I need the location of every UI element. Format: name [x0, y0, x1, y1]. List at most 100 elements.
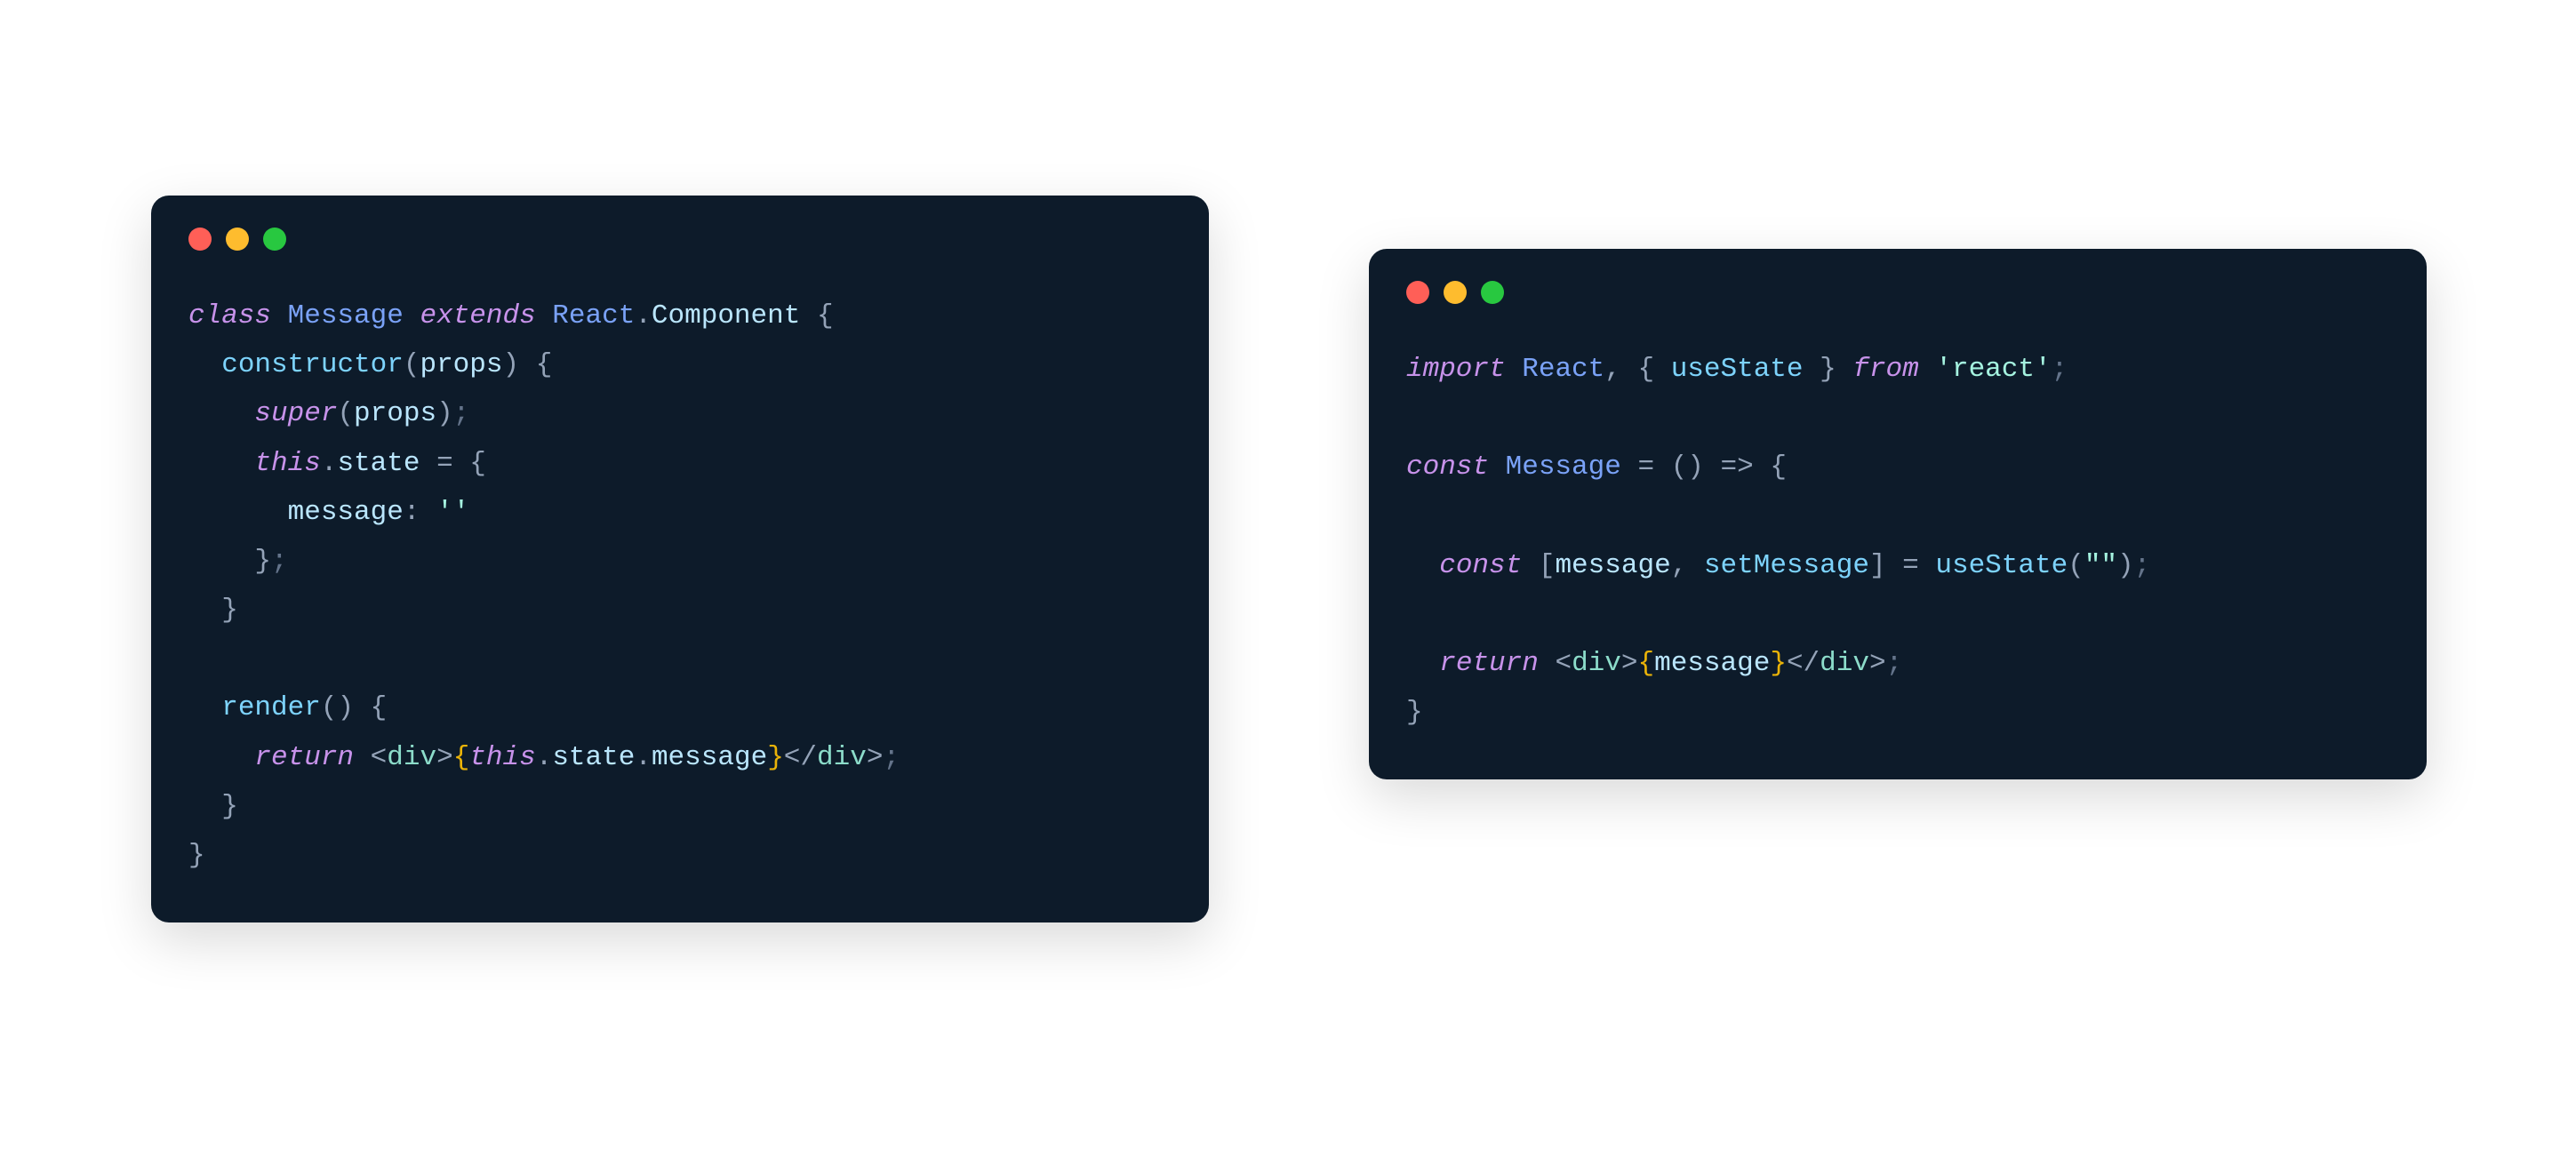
close-icon [1406, 281, 1429, 304]
code-token: ; [1886, 648, 1903, 679]
code-token: , [1671, 550, 1688, 581]
code-token: } [221, 595, 238, 626]
code-token [453, 448, 470, 479]
code-token: { [1637, 354, 1654, 385]
zoom-icon [263, 228, 286, 251]
code-token: > [1621, 648, 1638, 679]
code-token [519, 349, 536, 380]
code-token: ( [1671, 451, 1688, 483]
code-token: '' [436, 497, 469, 528]
code-token: ; [883, 742, 900, 773]
code-token: Message [288, 300, 404, 331]
code-token: props [354, 398, 436, 429]
code-token: message [288, 497, 404, 528]
code-token: message [1555, 550, 1670, 581]
code-token: props [420, 349, 502, 380]
code-window-function-component: import React, { useState } from 'react';… [1369, 249, 2427, 779]
code-token: render [221, 692, 321, 723]
code-token: state [552, 742, 635, 773]
code-token: state [337, 448, 420, 479]
code-token: { [817, 300, 834, 331]
code-token: ( [404, 349, 420, 380]
code-token: { [1637, 648, 1654, 679]
code-token [1406, 648, 1439, 679]
code-token: ] [1869, 550, 1886, 581]
code-token: { [453, 742, 470, 773]
code-token: 'react' [1935, 354, 2051, 385]
code-token [404, 300, 420, 331]
code-token: div [387, 742, 436, 773]
code-token [1654, 354, 1671, 385]
code-token: ) [337, 692, 354, 723]
code-token: = [436, 448, 453, 479]
code-token: div [1820, 648, 1869, 679]
code-token: return [254, 742, 370, 773]
code-block-right: import React, { useState } from 'react';… [1406, 345, 2389, 737]
code-token [1654, 451, 1671, 483]
code-token: => [1721, 451, 1754, 483]
code-token: ( [337, 398, 354, 429]
code-token: this [254, 448, 320, 479]
code-token [1919, 550, 1936, 581]
code-token [188, 791, 221, 822]
stage: class Message extends React.Component { … [0, 0, 2576, 1174]
code-token: > [867, 742, 884, 773]
code-token: ( [2068, 550, 2084, 581]
code-token [188, 448, 254, 479]
code-token: } [1770, 648, 1787, 679]
code-token: < [371, 742, 388, 773]
code-window-class-component: class Message extends React.Component { … [151, 196, 1209, 922]
code-token: ) [436, 398, 453, 429]
code-token: { [469, 448, 486, 479]
code-token: Message [1506, 451, 1621, 483]
code-token [1621, 354, 1638, 385]
code-token: { [371, 692, 388, 723]
code-token [354, 692, 371, 723]
code-token: ) [502, 349, 519, 380]
code-token: import [1406, 354, 1522, 385]
code-token: extends [420, 300, 552, 331]
code-token [1687, 550, 1704, 581]
code-token: , [1604, 354, 1621, 385]
code-token [1836, 354, 1853, 385]
code-token: super [254, 398, 337, 429]
code-token [188, 546, 254, 577]
code-token: . [635, 300, 652, 331]
code-token: return [1439, 648, 1555, 679]
minimize-icon [1444, 281, 1467, 304]
window-traffic-lights [188, 228, 1172, 251]
code-token: } [221, 791, 238, 822]
code-token: ) [1687, 451, 1704, 483]
code-token: from [1852, 354, 1935, 385]
code-token: message [652, 742, 767, 773]
code-token [420, 448, 436, 479]
code-token: div [817, 742, 867, 773]
code-token: ) [2117, 550, 2134, 581]
code-token: ; [453, 398, 470, 429]
code-token: message [1654, 648, 1770, 679]
code-token [420, 497, 436, 528]
code-token: = [1637, 451, 1654, 483]
code-token: div [1572, 648, 1621, 679]
code-token: } [1406, 697, 1423, 728]
code-token: } [767, 742, 784, 773]
code-token: ; [271, 546, 288, 577]
code-token: > [1869, 648, 1886, 679]
code-token: . [635, 742, 652, 773]
code-token [1406, 550, 1439, 581]
code-token: Component [652, 300, 800, 331]
code-token [1704, 451, 1721, 483]
code-token [188, 349, 221, 380]
code-token: . [536, 742, 553, 773]
code-token: this [469, 742, 535, 773]
code-token: > [436, 742, 453, 773]
code-token: useState [1935, 550, 2068, 581]
code-token: } [1820, 354, 1836, 385]
code-token [188, 497, 288, 528]
code-token: class [188, 300, 288, 331]
zoom-icon [1481, 281, 1504, 304]
code-token [1804, 354, 1820, 385]
minimize-icon [226, 228, 249, 251]
code-token [1886, 550, 1903, 581]
code-token: constructor [221, 349, 404, 380]
